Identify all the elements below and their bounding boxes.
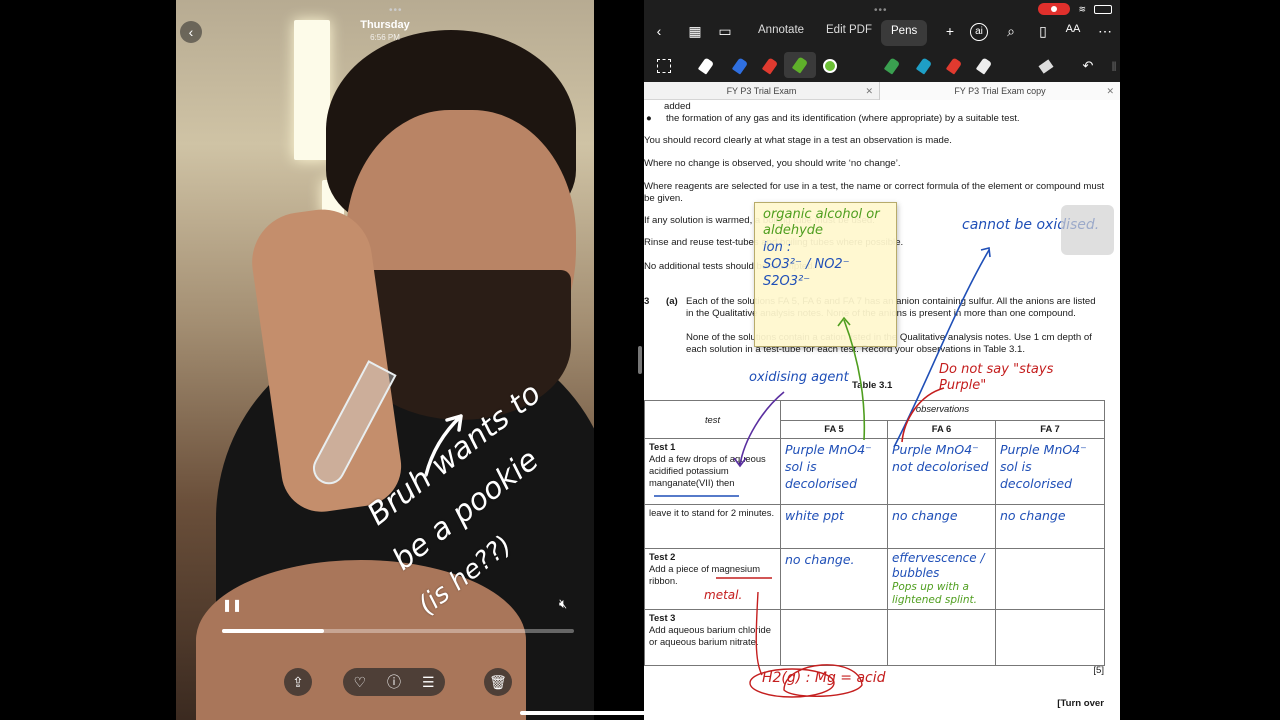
text-size-icon[interactable]: AA xyxy=(1062,23,1084,35)
annotation-strokes xyxy=(654,247,991,698)
pdf-app-pane: ••• ≋ ‹ ▦ ▭ Annotate Edit PDF Pens + ai … xyxy=(644,0,1120,720)
floating-assistive-button[interactable] xyxy=(1061,205,1114,255)
doc-tab-1-label: FY P3 Trial Exam xyxy=(726,86,797,96)
highlighter-red[interactable] xyxy=(944,56,964,76)
heart-icon[interactable]: ♡ xyxy=(353,674,366,691)
home-indicator[interactable] xyxy=(520,711,650,715)
pen-blue[interactable] xyxy=(730,56,750,76)
document-tabs: FY P3 Trial Exam ✕ FY P3 Trial Exam copy ✕ xyxy=(644,82,1120,100)
doc-tab-1[interactable]: FY P3 Trial Exam ✕ xyxy=(644,82,880,100)
present-icon[interactable]: ▭ xyxy=(714,23,736,40)
pen-toolbar: ↶ ‖ xyxy=(644,52,1120,78)
undo-icon[interactable]: ↶ xyxy=(1078,56,1098,76)
back-chevron-icon[interactable]: ‹ xyxy=(648,23,670,39)
multitask-dots-icon[interactable]: ••• xyxy=(874,5,888,16)
color-dot-green[interactable] xyxy=(820,56,840,76)
doc-tab-2-label: FY P3 Trial Exam copy xyxy=(954,86,1046,96)
eraser-icon[interactable] xyxy=(974,56,994,76)
trash-icon[interactable]: 🗑︎ xyxy=(484,668,512,696)
lasso-select-icon[interactable] xyxy=(654,56,674,76)
eraser-tool-icon[interactable] xyxy=(1036,56,1056,76)
share-icon[interactable]: ⇪ xyxy=(284,668,312,696)
more-icon[interactable]: ⋯ xyxy=(1094,23,1116,40)
wifi-icon: ≋ xyxy=(1078,3,1086,14)
playback-progress xyxy=(222,629,325,633)
marks: [5] xyxy=(1093,665,1104,676)
status-bar: ≋ xyxy=(1038,3,1112,15)
tab-edit-pdf[interactable]: Edit PDF xyxy=(826,24,872,36)
playback-scrubber[interactable] xyxy=(222,629,574,633)
mute-icon[interactable]: 🔇︎ xyxy=(559,596,567,612)
photo-actions-group: ♡ ⓘ ☰ xyxy=(343,668,445,696)
pen-red[interactable] xyxy=(760,56,780,76)
highlighter-green[interactable] xyxy=(882,56,902,76)
split-view-divider[interactable] xyxy=(638,346,642,374)
pen-green-selected[interactable] xyxy=(784,52,816,78)
back-chevron-icon[interactable]: ‹ xyxy=(180,21,202,43)
close-icon[interactable]: ✕ xyxy=(865,82,873,100)
tab-annotate[interactable]: Annotate xyxy=(758,24,804,36)
battery-icon xyxy=(1094,4,1112,14)
tab-pens[interactable]: Pens xyxy=(881,20,928,46)
add-icon[interactable]: + xyxy=(939,23,961,39)
ai-icon[interactable]: ai xyxy=(970,23,988,41)
pause-icon[interactable]: ❚❚ xyxy=(222,598,242,612)
screen-record-indicator[interactable] xyxy=(1038,3,1071,15)
multitask-dots-icon[interactable]: ••• xyxy=(389,5,403,16)
turn-over: [Turn over xyxy=(1057,698,1104,709)
photo-day: Thursday xyxy=(360,19,410,31)
nav-row: ‹ ▦ ▭ Annotate Edit PDF Pens + ai ⌕ ▯ AA… xyxy=(644,20,1120,46)
photo-time: 6:56 PM xyxy=(370,33,400,42)
search-icon[interactable]: ⌕ xyxy=(1000,23,1022,40)
doc-tab-2[interactable]: FY P3 Trial Exam copy ✕ xyxy=(880,82,1120,100)
highlighter-cyan[interactable] xyxy=(914,56,934,76)
pdf-page[interactable]: added ● the formation of any gas and its… xyxy=(644,100,1120,720)
app-header: ••• ≋ ‹ ▦ ▭ Annotate Edit PDF Pens + ai … xyxy=(644,0,1120,82)
pen-white[interactable] xyxy=(696,56,716,76)
grid-icon[interactable]: ▦ xyxy=(684,23,706,40)
screen: ••• Thursday 6:56 PM ‹ ⋯ Bruh wants to b… xyxy=(0,0,1280,720)
toolbar-handle-icon[interactable]: ‖ xyxy=(1104,56,1120,76)
close-icon[interactable]: ✕ xyxy=(1106,82,1114,100)
info-icon[interactable]: ⓘ xyxy=(387,672,401,692)
book-icon[interactable]: ▯ xyxy=(1032,23,1054,40)
photo-video-pane[interactable]: ••• Thursday 6:56 PM ‹ ⋯ Bruh wants to b… xyxy=(176,0,594,720)
adjust-icon[interactable]: ☰ xyxy=(422,674,435,691)
